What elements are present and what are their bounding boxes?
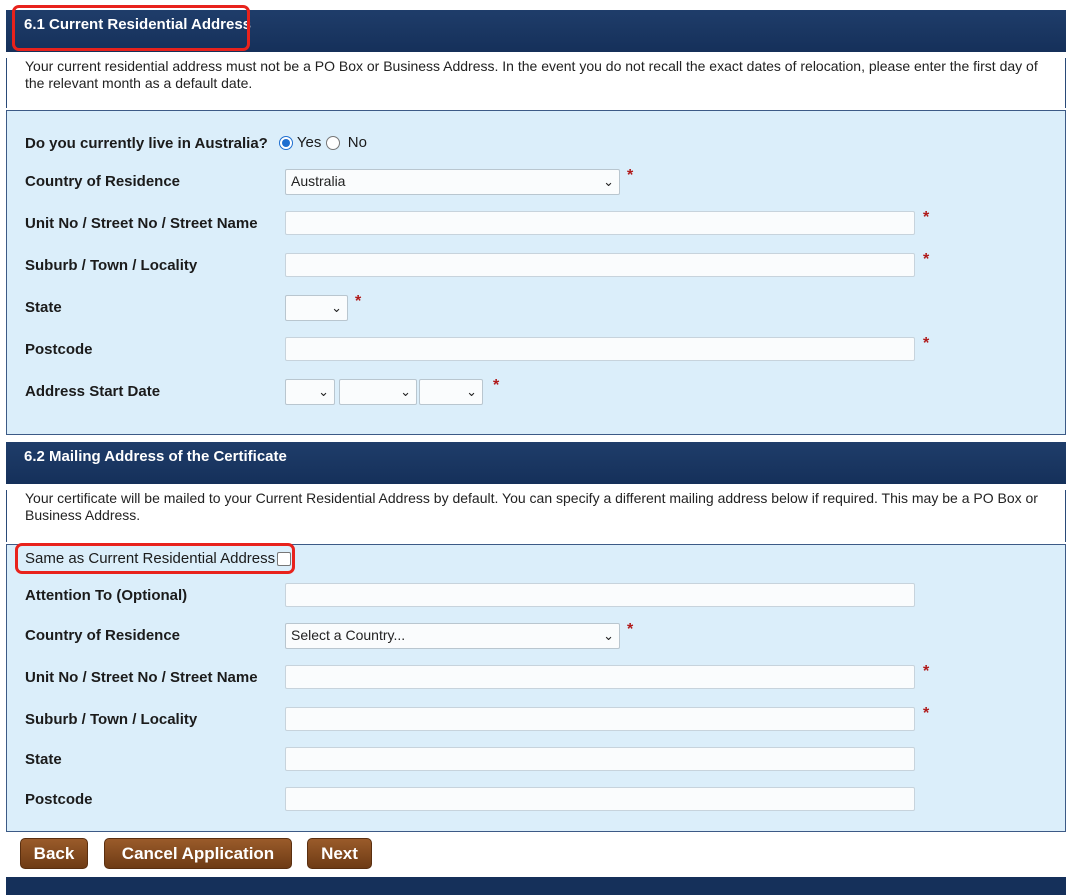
attention-label: Attention To (Optional)	[25, 587, 188, 604]
mailing-intro-text: Your certificate will be mailed to your …	[25, 490, 1038, 523]
state-row: State ⌄ *	[7, 293, 1065, 325]
chevron-down-icon: ⌄	[603, 174, 614, 189]
mail-country-row: Country of Residence Select a Country...…	[7, 621, 1065, 653]
mail-postcode-row: Postcode	[7, 787, 1065, 817]
footer-bar	[6, 877, 1066, 895]
residential-section: 6.1 Current Residential Address Your cur…	[6, 10, 1066, 435]
postcode-row: Postcode *	[7, 335, 1065, 367]
residential-intro: Your current residential address must no…	[6, 58, 1066, 108]
country-row: Country of Residence Australia ⌄ *	[7, 167, 1065, 199]
postcode-input[interactable]	[285, 337, 915, 361]
mail-state-label: State	[25, 751, 62, 768]
chevron-down-icon: ⌄	[331, 300, 342, 315]
checkbox-highlight-box	[15, 543, 295, 574]
mailing-form: Same as Current Residential Address Atte…	[6, 544, 1066, 832]
start-date-row: Address Start Date ⌄ ⌄ ⌄ *	[7, 377, 1065, 409]
start-date-label: Address Start Date	[25, 383, 161, 400]
country-value: Australia	[291, 173, 346, 189]
heading-highlight-box	[12, 5, 250, 51]
suburb-row: Suburb / Town / Locality *	[7, 251, 1065, 283]
mail-country-select[interactable]: Select a Country... ⌄	[285, 623, 620, 649]
mailing-section: 6.2 Mailing Address of the Certificate Y…	[6, 442, 1066, 832]
mail-street-label: Unit No / Street No / Street Name	[25, 669, 258, 686]
residential-form: Do you currently live in Australia? Yes …	[6, 110, 1066, 435]
mail-suburb-row: Suburb / Town / Locality *	[7, 705, 1065, 737]
mail-suburb-label: Suburb / Town / Locality	[25, 711, 198, 728]
required-asterisk: *	[627, 621, 634, 638]
yes-radio[interactable]	[279, 136, 293, 151]
state-label: State	[25, 299, 62, 316]
residential-intro-text: Your current residential address must no…	[25, 58, 1038, 91]
mail-postcode-label: Postcode	[25, 791, 93, 808]
mail-street-input[interactable]	[285, 665, 915, 689]
required-asterisk: *	[493, 377, 500, 394]
suburb-label: Suburb / Town / Locality	[25, 257, 198, 274]
mail-state-input[interactable]	[285, 747, 915, 771]
country-select[interactable]: Australia ⌄	[285, 169, 620, 195]
mailing-intro: Your certificate will be mailed to your …	[6, 490, 1066, 542]
required-asterisk: *	[923, 251, 930, 268]
street-label: Unit No / Street No / Street Name	[25, 215, 258, 232]
start-month-select[interactable]: ⌄	[339, 379, 417, 405]
mailing-heading: 6.2 Mailing Address of the Certificate	[24, 448, 287, 465]
chevron-down-icon: ⌄	[400, 384, 411, 399]
required-asterisk: *	[923, 705, 930, 722]
attention-input[interactable]	[285, 583, 915, 607]
required-asterisk: *	[355, 293, 362, 310]
mail-country-label: Country of Residence	[25, 627, 181, 644]
mail-postcode-input[interactable]	[285, 787, 915, 811]
live-in-australia-options: Yes No	[279, 134, 367, 151]
back-button[interactable]: Back	[20, 838, 88, 869]
required-asterisk: *	[923, 209, 930, 226]
suburb-input[interactable]	[285, 253, 915, 277]
street-input[interactable]	[285, 211, 915, 235]
mail-suburb-input[interactable]	[285, 707, 915, 731]
required-asterisk: *	[627, 167, 634, 184]
next-button[interactable]: Next	[307, 838, 372, 869]
street-row: Unit No / Street No / Street Name *	[7, 209, 1065, 241]
start-year-select[interactable]: ⌄	[419, 379, 483, 405]
mail-street-row: Unit No / Street No / Street Name *	[7, 663, 1065, 695]
required-asterisk: *	[923, 335, 930, 352]
cancel-application-button[interactable]: Cancel Application	[104, 838, 292, 869]
mail-country-value: Select a Country...	[291, 627, 406, 643]
yes-label: Yes	[296, 134, 322, 151]
state-select[interactable]: ⌄	[285, 295, 348, 321]
chevron-down-icon: ⌄	[466, 384, 477, 399]
no-label: No	[347, 134, 367, 151]
no-radio[interactable]	[325, 136, 340, 151]
start-day-select[interactable]: ⌄	[285, 379, 335, 405]
chevron-down-icon: ⌄	[318, 384, 329, 399]
required-asterisk: *	[923, 663, 930, 680]
live-in-australia-label: Do you currently live in Australia?	[25, 135, 268, 152]
country-label: Country of Residence	[25, 173, 181, 190]
chevron-down-icon: ⌄	[603, 628, 614, 643]
mail-state-row: State	[7, 747, 1065, 777]
live-in-australia-row: Do you currently live in Australia? Yes …	[7, 131, 1065, 161]
attention-row: Attention To (Optional)	[7, 583, 1065, 613]
postcode-label: Postcode	[25, 341, 93, 358]
mailing-header: 6.2 Mailing Address of the Certificate	[6, 442, 1066, 484]
